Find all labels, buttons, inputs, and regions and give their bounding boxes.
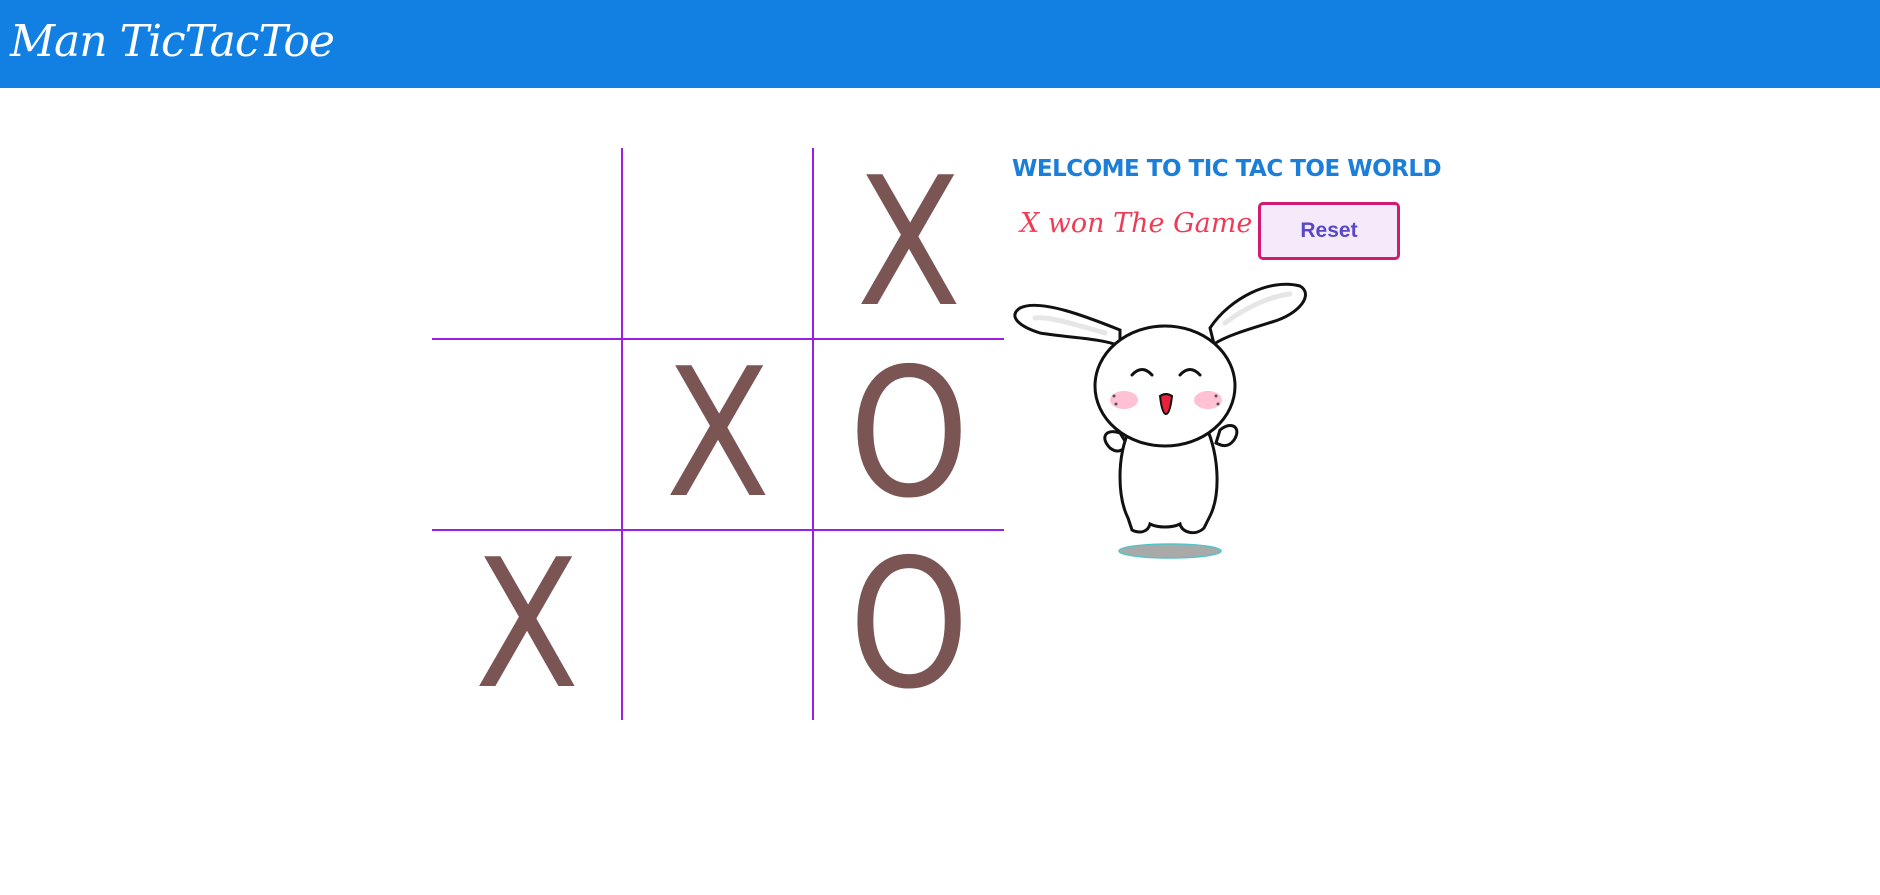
grid-line-horizontal-1 (432, 338, 1004, 340)
game-board: X X O X O (432, 148, 1004, 720)
brand-title[interactable]: Man TicTacToe (10, 10, 335, 74)
cell-mark: X (474, 521, 580, 728)
cell-mark: O (848, 330, 970, 537)
cell-mark: X (856, 139, 962, 346)
grid-line-horizontal-2 (432, 529, 1004, 531)
grid-line-vertical-1 (621, 148, 623, 720)
reset-button[interactable]: Reset (1258, 202, 1400, 260)
cell-mark: O (848, 521, 970, 728)
navbar: Man TicTacToe (0, 0, 1880, 88)
board-cell-3[interactable]: X (814, 148, 1004, 338)
board-cell-9[interactable]: O (814, 530, 1004, 720)
board-cell-6[interactable]: O (814, 339, 1004, 529)
board-cell-2[interactable] (623, 148, 813, 338)
board-cell-7[interactable]: X (432, 530, 622, 720)
welcome-title: WELCOME TO TIC TAC TOE WORLD (1012, 156, 1442, 182)
board-cell-5[interactable]: X (623, 339, 813, 529)
cell-mark: X (665, 330, 771, 537)
cheering-bunny-icon (1013, 282, 1307, 559)
grid-line-vertical-2 (812, 148, 814, 720)
board-cell-8[interactable] (623, 530, 813, 720)
board-cell-1[interactable] (432, 148, 622, 338)
game-status: X won The Game (1020, 208, 1253, 239)
board-cell-4[interactable] (432, 339, 622, 529)
